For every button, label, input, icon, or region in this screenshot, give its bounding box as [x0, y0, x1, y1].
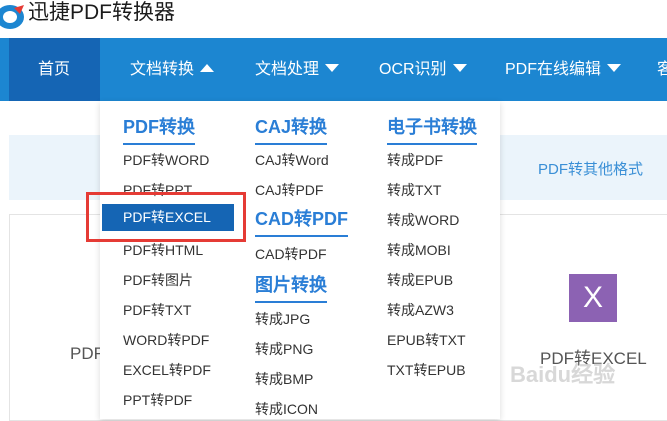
link-to-azw3[interactable]: 转成AZW3: [387, 300, 454, 320]
caret-up-icon: [200, 63, 215, 72]
link-to-pdf[interactable]: 转成PDF: [387, 150, 443, 170]
link-to-png[interactable]: 转成PNG: [255, 339, 313, 359]
link-to-mobi[interactable]: 转成MOBI: [387, 240, 451, 260]
heading-image-convert: 图片转换: [255, 271, 327, 303]
link-txt-to-epub[interactable]: TXT转EPUB: [387, 360, 466, 380]
link-pdf-to-image[interactable]: PDF转图片: [123, 270, 193, 290]
excel-icon[interactable]: X: [569, 274, 617, 322]
watermark-logo: Baidu经验: [510, 362, 615, 387]
band-text[interactable]: PDF转其他格式: [538, 158, 643, 179]
link-excel-to-pdf[interactable]: EXCEL转PDF: [123, 360, 211, 380]
caret-down-icon: [325, 63, 340, 72]
link-to-epub[interactable]: 转成EPUB: [387, 270, 453, 290]
link-to-icon[interactable]: 转成ICON: [255, 399, 318, 419]
heading-cad-convert: CAD转PDF: [255, 205, 348, 237]
link-pdf-to-txt[interactable]: PDF转TXT: [123, 300, 191, 320]
nav-home[interactable]: 首页: [38, 38, 70, 101]
link-ppt-to-pdf[interactable]: PPT转PDF: [123, 390, 192, 410]
link-epub-to-txt[interactable]: EPUB转TXT: [387, 330, 466, 350]
heading-caj-convert: CAJ转换: [255, 113, 328, 145]
link-cad-to-pdf[interactable]: CAD转PDF: [255, 244, 327, 264]
link-to-bmp[interactable]: 转成BMP: [255, 369, 313, 389]
card-label-left[interactable]: PDF: [70, 344, 104, 364]
nav-doc-process[interactable]: 文档处理: [255, 38, 340, 101]
nav-more[interactable]: 客: [657, 38, 667, 101]
doc-convert-dropdown: PDF转换 PDF转WORD PDF转PPT PDF转EXCEL PDF转HTM…: [100, 101, 500, 419]
link-to-jpg[interactable]: 转成JPG: [255, 309, 310, 329]
link-caj-to-pdf[interactable]: CAJ转PDF: [255, 180, 323, 200]
app-title: 迅捷PDF转换器: [28, 1, 175, 24]
link-to-word[interactable]: 转成WORD: [387, 210, 459, 230]
caret-down-icon: [607, 63, 622, 72]
nav-pdf-edit[interactable]: PDF在线编辑: [505, 38, 622, 101]
highlight-box: [86, 192, 246, 242]
nav-doc-convert[interactable]: 文档转换: [130, 38, 215, 101]
app-logo-icon[interactable]: [0, 2, 28, 32]
caret-down-icon: [452, 63, 467, 72]
heading-ebook-convert: 电子书转换: [387, 113, 477, 145]
app-header: 迅捷PDF转换器: [0, 0, 667, 38]
nav-ocr[interactable]: OCR识别: [379, 38, 467, 101]
svg-text:Baidu经验: Baidu经验: [510, 362, 615, 387]
link-word-to-pdf[interactable]: WORD转PDF: [123, 330, 209, 350]
link-to-txt[interactable]: 转成TXT: [387, 180, 441, 200]
main-nav: 首页 文档转换 文档处理 OCR识别 PDF在线编辑 客: [0, 38, 667, 101]
link-pdf-to-word[interactable]: PDF转WORD: [123, 150, 209, 170]
heading-pdf-convert: PDF转换: [123, 113, 195, 145]
link-pdf-to-html[interactable]: PDF转HTML: [123, 240, 203, 260]
link-caj-to-word[interactable]: CAJ转Word: [255, 150, 329, 170]
